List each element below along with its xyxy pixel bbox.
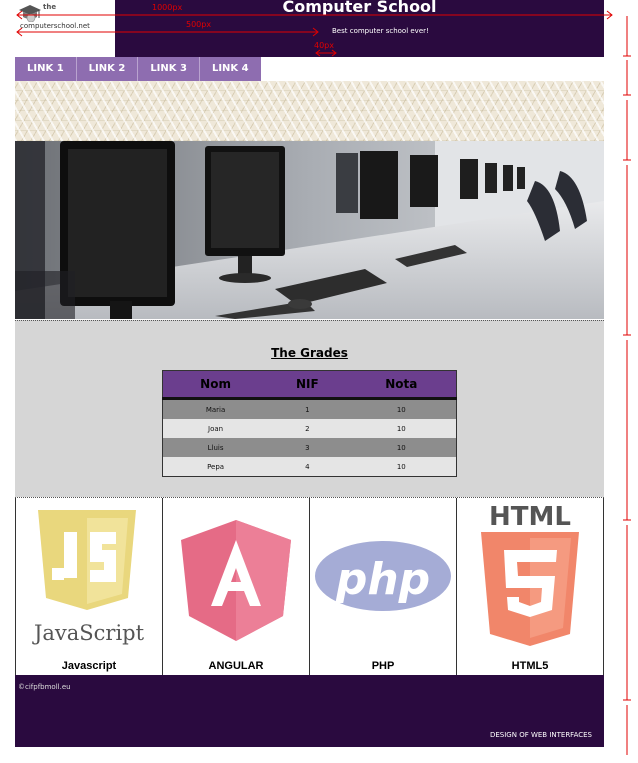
cell-nif: 4 xyxy=(268,457,347,477)
cell-nota: 10 xyxy=(346,457,457,477)
graduation-cap-icon xyxy=(19,5,41,22)
grades-title: The Grades xyxy=(271,346,348,360)
table-row: Maria 1 10 xyxy=(162,398,457,419)
tech-label: PHP xyxy=(371,660,395,672)
column-header-nota: Nota xyxy=(346,370,457,400)
footer-copyright[interactable]: ©cifpfbmoll.eu xyxy=(18,683,71,691)
annotation-500px: 500px xyxy=(186,20,212,29)
site-tagline: Best computer school ever! xyxy=(332,27,429,35)
logo-text-top: the xyxy=(43,3,57,11)
footer-design-label: DESIGN OF WEB INTERFACES xyxy=(489,731,592,739)
grades-section: The Grades Nom NIF Nota Maria 1 10 Joan … xyxy=(15,320,604,497)
javascript-logo-icon: JavaScript xyxy=(32,510,145,645)
main-nav: LINK 1 LINK 2 LINK 3 LINK 4 xyxy=(15,57,261,81)
site-title: Computer School xyxy=(282,0,437,16)
table-row: Lluis 3 10 xyxy=(162,438,457,457)
nav-link-4[interactable]: LINK 4 xyxy=(199,57,261,81)
tech-card-javascript[interactable]: JavaScript Javascript xyxy=(15,498,162,676)
decorative-pattern-banner xyxy=(15,81,604,141)
cell-nom: Lluis xyxy=(162,438,269,457)
php-logo-icon: php xyxy=(315,541,451,611)
annotation-1000px: 1000px xyxy=(152,3,183,12)
table-row: Joan 2 10 xyxy=(162,419,457,438)
table-row: Pepa 4 10 xyxy=(162,457,457,477)
html5-logo-icon: HTML xyxy=(481,502,579,646)
cell-nota: 10 xyxy=(346,438,457,457)
tech-card-angular[interactable]: ANGULAR xyxy=(162,498,309,676)
grades-header-row: Nom NIF Nota xyxy=(162,370,457,400)
annotation-40px: 40px xyxy=(314,41,334,50)
column-header-nom: Nom xyxy=(162,370,269,400)
javascript-logo-text: JavaScript xyxy=(32,621,145,645)
cell-nota: 10 xyxy=(346,398,457,419)
computer-lab-illustration xyxy=(15,141,604,319)
technologies-grid: JavaScript Javascript ANGULAR php PHP HT… xyxy=(15,497,604,676)
logo-text-bottom: computerschool.net xyxy=(20,22,90,30)
cell-nom: Pepa xyxy=(162,457,269,477)
column-header-nif: NIF xyxy=(268,370,347,400)
nav-link-1[interactable]: LINK 1 xyxy=(15,57,77,81)
site-header: the computerschool.net Computer School B… xyxy=(15,0,604,57)
page: the computerschool.net Computer School B… xyxy=(15,0,604,747)
grades-table: Nom NIF Nota Maria 1 10 Joan 2 10 Lluis xyxy=(162,370,457,477)
hero-computer-lab-image xyxy=(15,141,604,319)
tech-label: Javascript xyxy=(61,660,117,672)
cell-nota: 10 xyxy=(346,419,457,438)
nav-link-3[interactable]: LINK 3 xyxy=(138,57,200,81)
nav-link-2[interactable]: LINK 2 xyxy=(76,57,139,81)
php-logo-text: php xyxy=(335,554,430,605)
site-logo[interactable]: the computerschool.net xyxy=(15,0,115,35)
cell-nom: Maria xyxy=(162,398,269,419)
cell-nif: 1 xyxy=(268,398,347,419)
tech-card-php[interactable]: php PHP xyxy=(309,498,456,676)
angular-logo-icon xyxy=(181,520,291,641)
html5-logo-text: HTML xyxy=(489,502,571,532)
cell-nif: 2 xyxy=(268,419,347,438)
tech-label: ANGULAR xyxy=(208,660,264,672)
tech-card-html5[interactable]: HTML HTML5 xyxy=(456,498,604,676)
cell-nom: Joan xyxy=(162,419,269,438)
width-1000-arrow-right-head xyxy=(606,10,613,20)
tech-label: HTML5 xyxy=(511,660,549,672)
cell-nif: 3 xyxy=(268,438,347,457)
site-footer: ©cifpfbmoll.eu DESIGN OF WEB INTERFACES xyxy=(15,675,604,747)
